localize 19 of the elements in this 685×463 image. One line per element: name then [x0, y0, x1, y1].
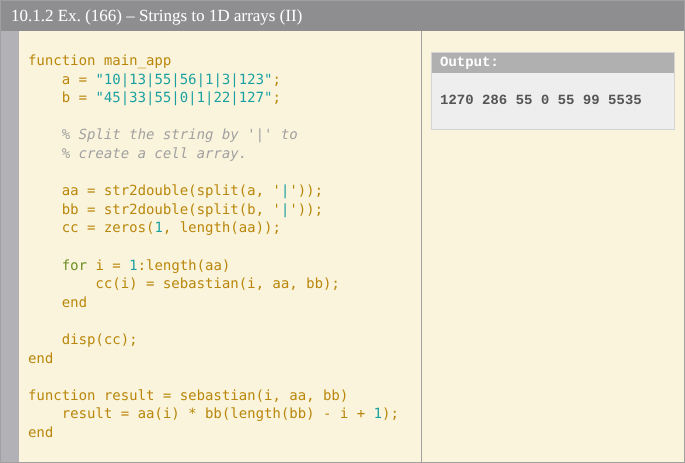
- output-text: 1270 286 55 0 55 99 5535: [440, 92, 642, 110]
- code-line: cc = zeros(1, length(aa));: [60, 220, 281, 236]
- code-line: function main_app: [28, 53, 172, 69]
- code-line: result = aa(i) * bb(length(bb) - i + 1);: [60, 406, 399, 422]
- code-line: aa = str2double(split(a, '|'));: [60, 183, 324, 200]
- title: 10.1.2 Ex. (166) – Strings to 1D arrays (II): [11, 5, 302, 28]
- code-line: end: [60, 294, 88, 311]
- code-line: cc(i) = sebastian(i, aa, bb);: [94, 276, 340, 292]
- code-line: function result = sebastian(i, aa, bb): [28, 388, 348, 404]
- code-line: end: [28, 424, 54, 441]
- code-line: b = "45|33|55|0|1|22|127";: [60, 90, 281, 106]
- code-line: for i = 1:length(aa): [60, 258, 230, 274]
- code-comment: % Split the string by '|' to: [60, 127, 298, 144]
- code-line: disp(cc);: [60, 332, 138, 348]
- code-line: bb = str2double(split(b, '|'));: [60, 202, 324, 218]
- code-line: a = "10|13|55|56|1|3|123";: [60, 72, 281, 88]
- code-line: end: [28, 350, 54, 366]
- code-comment: % create a cell array.: [60, 146, 248, 162]
- output-label: Output:: [440, 54, 499, 72]
